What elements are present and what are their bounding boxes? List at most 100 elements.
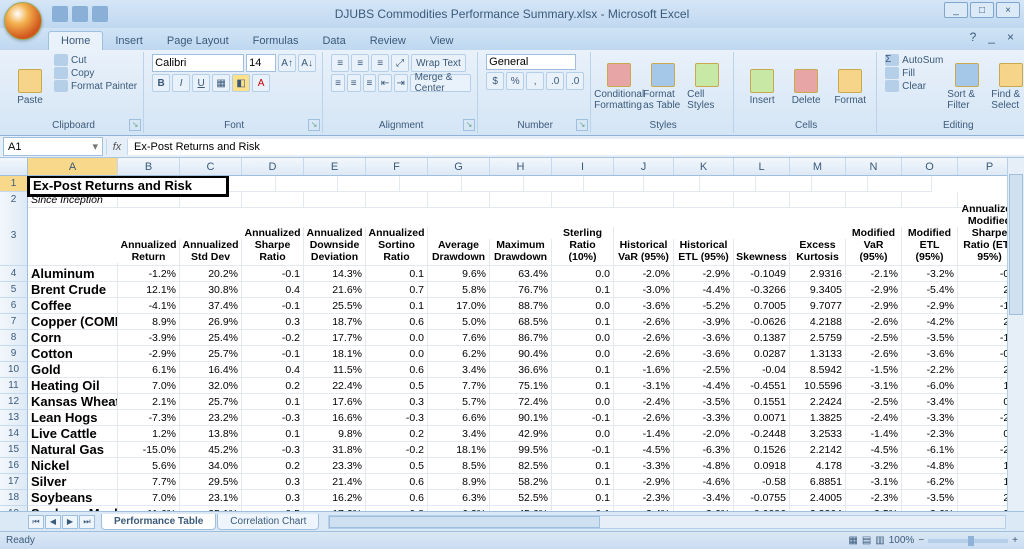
row-header-6[interactable]: 6 <box>0 298 28 314</box>
format-painter-button[interactable]: Format Painter <box>54 80 137 92</box>
sheet-nav-prev[interactable]: ◀ <box>45 515 61 529</box>
sheet-tab-performance-table[interactable]: Performance Table <box>101 514 216 530</box>
cell[interactable]: 2.5759 <box>790 330 846 346</box>
help-icon[interactable]: ? <box>966 30 981 44</box>
cell[interactable]: 1.3825 <box>790 410 846 426</box>
cell[interactable]: 22.4% <box>304 378 366 394</box>
align-left-icon[interactable]: ≡ <box>331 74 345 92</box>
cell[interactable]: 18.7% <box>304 314 366 330</box>
cell[interactable]: 18.1% <box>428 442 490 458</box>
cell[interactable]: -3.5% <box>902 490 958 506</box>
cell[interactable]: 0.1 <box>552 490 614 506</box>
cell[interactable] <box>524 176 584 192</box>
align-top-icon[interactable]: ≡ <box>331 54 349 72</box>
align-right-icon[interactable]: ≡ <box>363 74 377 92</box>
cell[interactable] <box>490 192 552 208</box>
format-cells-button[interactable]: Format <box>830 54 870 120</box>
cell[interactable]: Brent Crude <box>28 282 118 298</box>
cell[interactable]: -0.1 <box>552 442 614 458</box>
view-break-icon[interactable]: ▥ <box>875 535 884 546</box>
cell[interactable]: 17.7% <box>304 330 366 346</box>
cell[interactable]: 8.5% <box>428 458 490 474</box>
cell[interactable]: 7.7% <box>118 474 180 490</box>
merge-center-button[interactable]: Merge & Center <box>410 74 472 92</box>
cell[interactable]: 9.7077 <box>790 298 846 314</box>
cell[interactable]: 3.2533 <box>790 426 846 442</box>
cell[interactable]: -2.5% <box>846 394 902 410</box>
cell[interactable]: 2.2424 <box>790 394 846 410</box>
ribbon-close-icon[interactable]: × <box>1003 30 1018 44</box>
cell[interactable]: -0.2448 <box>734 426 790 442</box>
cell[interactable]: -3.5% <box>902 330 958 346</box>
row-header-12[interactable]: 12 <box>0 394 28 410</box>
row-header-1[interactable]: 1 <box>0 176 28 192</box>
number-dialog-launcher[interactable]: ↘ <box>576 119 588 131</box>
cell[interactable]: 25.7% <box>180 394 242 410</box>
cell[interactable]: -3.6% <box>674 346 734 362</box>
increase-font-icon[interactable]: A↑ <box>278 54 296 72</box>
cell[interactable]: -2.5% <box>674 362 734 378</box>
cell[interactable]: -3.2% <box>902 266 958 282</box>
underline-button[interactable]: U <box>192 74 210 92</box>
cell[interactable]: -0.0755 <box>734 490 790 506</box>
cell[interactable]: 88.7% <box>490 298 552 314</box>
cell[interactable]: 6.2% <box>428 346 490 362</box>
cell[interactable]: -2.3% <box>846 490 902 506</box>
cell[interactable]: -2.4% <box>846 410 902 426</box>
autosum-button[interactable]: ΣAutoSum <box>885 54 943 66</box>
cell[interactable]: -0.1 <box>242 266 304 282</box>
cell[interactable]: Modified ETL (95%) <box>902 227 958 266</box>
cell[interactable]: 9.8% <box>304 426 366 442</box>
cell[interactable]: 5.6% <box>118 458 180 474</box>
cell[interactable]: -2.1% <box>846 266 902 282</box>
cell[interactable]: -3.1% <box>614 378 674 394</box>
qat-undo-icon[interactable] <box>72 6 88 22</box>
cell[interactable] <box>584 176 644 192</box>
cell[interactable]: 0.1 <box>552 378 614 394</box>
cell[interactable]: -2.9% <box>902 298 958 314</box>
cell[interactable]: 0.1 <box>366 266 428 282</box>
cell[interactable]: 0.1551 <box>734 394 790 410</box>
font-dialog-launcher[interactable]: ↘ <box>308 119 320 131</box>
view-normal-icon[interactable]: ▦ <box>848 535 857 546</box>
cell[interactable]: Excess Kurtosis <box>790 239 846 266</box>
cell[interactable]: 9.6% <box>428 266 490 282</box>
cell[interactable]: 13.8% <box>180 426 242 442</box>
cell[interactable]: -3.6% <box>674 330 734 346</box>
cell[interactable]: 0.0 <box>552 330 614 346</box>
cell[interactable]: 1.3133 <box>790 346 846 362</box>
cell[interactable]: -2.2% <box>902 362 958 378</box>
cell[interactable]: 7.0% <box>118 490 180 506</box>
cell[interactable] <box>846 192 902 208</box>
cell[interactable]: Skewness <box>734 251 790 266</box>
cell[interactable]: -3.3% <box>614 458 674 474</box>
column-header-O[interactable]: O <box>902 158 958 175</box>
column-header-M[interactable]: M <box>790 158 846 175</box>
tab-formulas[interactable]: Formulas <box>241 32 311 50</box>
delete-cells-button[interactable]: Delete <box>786 54 826 120</box>
zoom-in-button[interactable]: + <box>1012 535 1018 546</box>
cell[interactable]: -2.6% <box>614 346 674 362</box>
cell[interactable]: -3.1% <box>846 474 902 490</box>
cell[interactable]: Aluminum <box>28 266 118 282</box>
cell[interactable]: Coffee <box>28 298 118 314</box>
cell[interactable]: 7.6% <box>428 330 490 346</box>
cell[interactable]: Ex-Post Returns and Risk <box>28 176 228 196</box>
cell[interactable]: 31.8% <box>304 442 366 458</box>
row-header-5[interactable]: 5 <box>0 282 28 298</box>
cell[interactable]: 0.6 <box>366 314 428 330</box>
row-header-7[interactable]: 7 <box>0 314 28 330</box>
cell[interactable]: -2.9% <box>118 346 180 362</box>
cell[interactable]: 3.4% <box>428 362 490 378</box>
sheet-nav-next[interactable]: ▶ <box>62 515 78 529</box>
cell[interactable]: -6.1% <box>902 442 958 458</box>
cell[interactable]: -3.6% <box>902 346 958 362</box>
row-header-15[interactable]: 15 <box>0 442 28 458</box>
cell[interactable]: Corn <box>28 330 118 346</box>
align-center-icon[interactable]: ≡ <box>347 74 361 92</box>
cell[interactable]: 18.1% <box>304 346 366 362</box>
cell[interactable]: -4.2% <box>902 314 958 330</box>
column-header-B[interactable]: B <box>118 158 180 175</box>
bold-button[interactable]: B <box>152 74 170 92</box>
row-header-11[interactable]: 11 <box>0 378 28 394</box>
